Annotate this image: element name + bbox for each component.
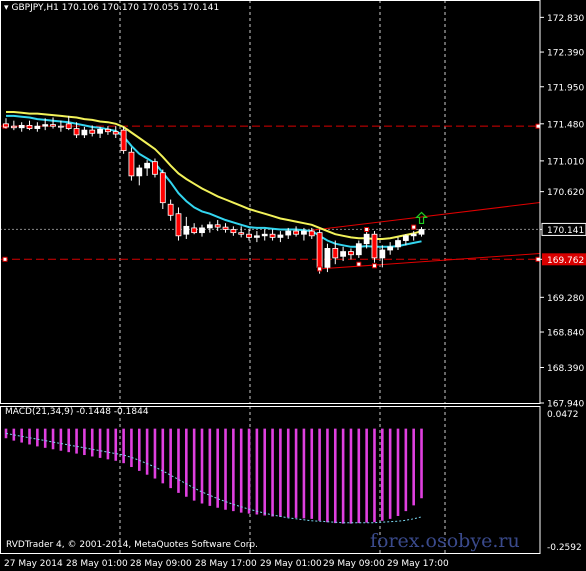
- chart-canvas[interactable]: 172.830 172.390 171.950 171.480 171.010 170.6…: [0, 0, 586, 571]
- candle-body-bull: [379, 249, 386, 259]
- candle-body-bear: [230, 229, 237, 234]
- fractal-marker: [364, 226, 370, 232]
- candle-body-bull: [136, 167, 143, 177]
- candle: [120, 126, 127, 154]
- time-tick-label: 27 May 2014: [4, 559, 63, 569]
- watermark: forex.osobye.ru: [370, 530, 520, 552]
- candle-body-bull: [206, 224, 213, 229]
- candle-body-bull: [42, 124, 49, 127]
- candle-body-bull: [253, 235, 260, 238]
- candle-body-bull: [395, 240, 401, 248]
- candle-body-bull: [324, 248, 331, 268]
- candle-body-bear: [3, 123, 9, 128]
- time-tick-label: 29 May 17:00: [387, 559, 449, 569]
- candle-body-bear: [238, 232, 245, 235]
- candle-body-bull: [355, 243, 362, 256]
- candle-body-bear: [214, 224, 221, 228]
- candle-body-bull: [402, 235, 409, 241]
- candle-body-bull: [301, 230, 307, 235]
- candle-body-bear: [112, 131, 119, 135]
- price-tick-label: 170.141: [547, 226, 584, 236]
- macd-tick-label: -0.2592: [547, 543, 582, 553]
- line-anchor-right[interactable]: [535, 123, 541, 129]
- candle-body-bear: [128, 151, 135, 177]
- candle-body-bull: [199, 227, 205, 234]
- candle-body-bear: [105, 128, 111, 133]
- price-tick-label: 171.950: [547, 83, 584, 93]
- line-anchor-right[interactable]: [535, 256, 541, 262]
- candle-body-bear: [50, 124, 56, 127]
- price-tick-label: 172.830: [547, 14, 584, 24]
- fractal-marker: [356, 261, 362, 267]
- candle-body-bear: [152, 161, 158, 175]
- price-tick-label: 169.280: [547, 294, 584, 304]
- candle-body-bear: [73, 128, 80, 136]
- candle: [128, 147, 135, 181]
- price-tick-label: 168.840: [547, 329, 584, 339]
- candle-body-bear: [57, 125, 64, 128]
- time-tick-label: 29 May 09:00: [323, 559, 385, 569]
- line-anchor-left[interactable]: [2, 256, 8, 262]
- candle: [152, 158, 158, 178]
- macd-header: MACD(21,34,9) -0.1448 -0.1844: [5, 407, 149, 417]
- price-tick-label: 170.620: [547, 188, 584, 198]
- candle-body-bear: [65, 123, 72, 129]
- candle-body-bear: [246, 233, 252, 238]
- macd-tick-label: 0.0472: [547, 410, 579, 420]
- chart-background: [0, 0, 586, 571]
- triangle-down-icon[interactable]: ▾: [4, 3, 9, 13]
- price-tick-label: 169.762: [547, 256, 584, 266]
- price-tick-label: 168.390: [547, 364, 584, 374]
- candle: [159, 169, 166, 209]
- candle-body-bear: [293, 230, 299, 235]
- candle: [371, 231, 378, 263]
- ohlc-values: 170.106 170.170 170.055 170.141: [61, 3, 220, 13]
- symbol-label: GBPJPY,H1: [11, 3, 59, 13]
- candle-body-bear: [316, 232, 323, 268]
- candle-body-bull: [97, 128, 103, 134]
- candle-body-bull: [277, 234, 284, 238]
- candle-body-bear: [371, 233, 378, 259]
- time-tick-label: 28 May 01:00: [66, 559, 128, 569]
- candle-body-bear: [26, 124, 33, 129]
- candle-body-bull: [81, 129, 88, 136]
- candle-body-bull: [261, 233, 268, 237]
- copyright-text: RVDTrader 4, © 2001-2014, MetaQuotes Sof…: [6, 540, 258, 550]
- candle-body-bear: [348, 251, 354, 256]
- price-tick-label: 171.480: [547, 120, 584, 130]
- candle-body-bear: [159, 172, 166, 204]
- chart-header: ▾ GBPJPY,H1 170.106 170.170 170.055 170.1…: [4, 3, 219, 13]
- candle-body-bear: [332, 248, 339, 259]
- candle-body-bear: [167, 203, 174, 216]
- candle-body-bear: [10, 125, 17, 129]
- time-tick-label: 28 May 09:00: [130, 559, 192, 569]
- candle-body-bear: [308, 230, 315, 237]
- candle-body-bull: [410, 233, 417, 237]
- candle-body-bull: [418, 229, 425, 235]
- time-axis: 27 May 2014 28 May 01:00 28 May 09:00 28 Ma…: [4, 559, 449, 569]
- candle-body-bull: [363, 233, 370, 245]
- candle-body-bear: [222, 226, 229, 230]
- candle-body-bear: [89, 129, 96, 134]
- candle-body-bear: [120, 129, 127, 152]
- fractal-marker: [317, 266, 323, 272]
- price-tick-label: 171.010: [547, 157, 584, 167]
- candle-body-bull: [340, 251, 347, 257]
- candle-body-bull: [285, 230, 292, 236]
- time-tick-label: 29 May 01:00: [260, 559, 322, 569]
- time-tick-label: 28 May 17:00: [195, 559, 257, 569]
- candle-body-bull: [18, 124, 25, 129]
- candle-body-bull: [34, 125, 41, 129]
- candle-body-bear: [269, 233, 276, 238]
- fractal-marker: [371, 263, 377, 269]
- candle-body-bull: [144, 162, 151, 169]
- price-tick-label: 167.940: [547, 400, 584, 410]
- candle-body-bull: [183, 225, 190, 235]
- fractal-marker: [411, 224, 417, 230]
- candle-body-bull: [387, 246, 394, 251]
- price-tick-label: 172.390: [547, 49, 584, 59]
- candle-body-bear: [175, 213, 182, 237]
- candle-body-bear: [191, 227, 198, 234]
